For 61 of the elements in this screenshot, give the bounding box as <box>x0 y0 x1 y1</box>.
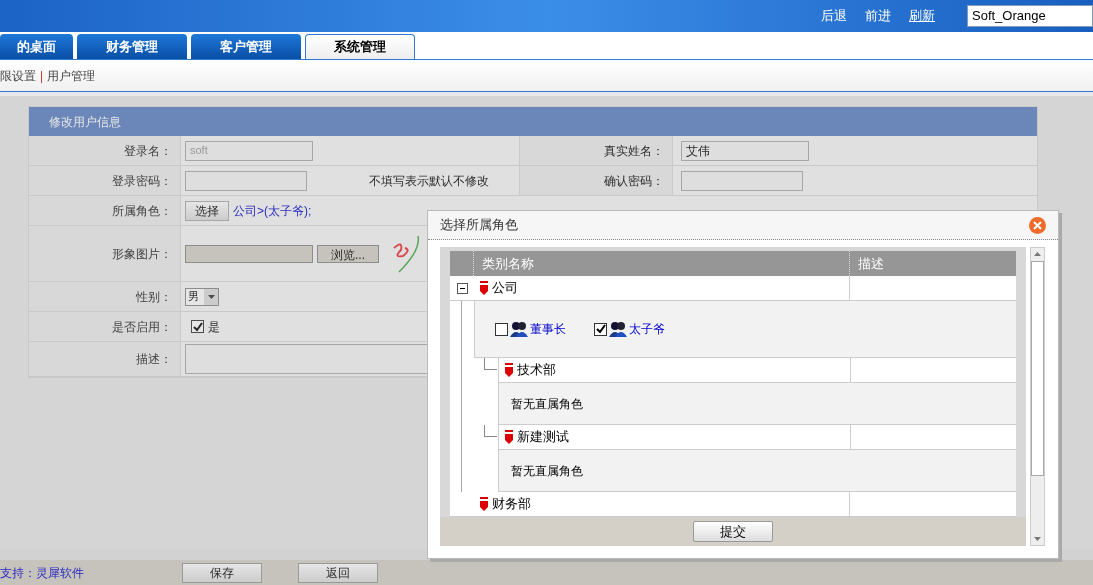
tree-node[interactable]: 新建测试 <box>517 427 569 447</box>
checkbox[interactable] <box>191 320 204 333</box>
tree-node[interactable]: 技术部 <box>517 360 556 380</box>
tree-node[interactable]: 公司 <box>492 278 518 298</box>
empty-note: 暂无直属角色 <box>511 462 583 480</box>
scrollbar[interactable] <box>1030 247 1045 546</box>
users-icon <box>609 321 627 337</box>
empty-note: 暂无直属角色 <box>511 395 583 413</box>
flag-icon <box>480 497 488 511</box>
nav-link[interactable]: 刷新 <box>909 6 935 26</box>
caret-icon <box>207 294 215 299</box>
role-value: 公司>(太子爷); <box>233 202 312 220</box>
footer-button[interactable]: 保存 <box>182 562 262 583</box>
field-label: 性别： <box>136 288 172 306</box>
tab[interactable]: 系统管理 <box>305 34 415 59</box>
field-label: 所属角色： <box>112 202 172 220</box>
subnav-link[interactable]: 用户管理 <box>47 66 96 85</box>
tab[interactable]: 客户管理 <box>191 34 301 59</box>
browse-button[interactable]: 浏览... <box>317 244 379 263</box>
column-header: 类别名称 <box>474 251 850 276</box>
nav-link[interactable]: 前进 <box>865 6 891 26</box>
field-label: 是否启用： <box>112 318 172 336</box>
form-title: 修改用户信息 <box>49 113 121 131</box>
select-button[interactable]: 选择 <box>185 200 229 221</box>
support-text: 支持：灵犀软件 <box>0 564 85 582</box>
role-link[interactable]: 太子爷 <box>629 320 665 338</box>
flag-icon <box>505 363 513 377</box>
file-field[interactable] <box>185 244 313 263</box>
input-field[interactable]: 艾伟 <box>681 140 809 161</box>
theme-select[interactable]: Soft_Orange <box>967 5 1093 27</box>
tree-node[interactable]: 财务部 <box>492 494 531 514</box>
field-label: 确认密码： <box>604 172 664 190</box>
separator: | <box>40 67 44 85</box>
flag-icon <box>480 281 488 295</box>
column-header: 描述 <box>857 254 885 273</box>
tab[interactable]: 财务管理 <box>77 34 187 59</box>
role-link[interactable]: 董事长 <box>530 320 566 338</box>
password-field[interactable] <box>185 170 307 191</box>
signature-icon <box>391 233 421 274</box>
checkbox[interactable] <box>594 322 607 336</box>
flag-icon <box>505 430 513 444</box>
field-label: 形象图片： <box>112 245 172 263</box>
hint-text: 不填写表示默认不修改 <box>369 172 489 190</box>
checkbox-label: 是 <box>208 318 220 336</box>
collapse-icon[interactable] <box>456 282 468 294</box>
field-label: 登录密码： <box>112 172 172 190</box>
checkbox[interactable] <box>495 322 508 336</box>
footer-button[interactable]: 返回 <box>298 562 378 583</box>
dialog-title: 选择所属角色 <box>440 216 518 235</box>
field-label: 真实姓名： <box>604 142 664 160</box>
field-label: 描述： <box>136 351 172 368</box>
field-label: 登录名： <box>124 142 172 160</box>
tab[interactable]: 的桌面 <box>0 34 73 59</box>
users-icon <box>510 321 528 337</box>
password-field[interactable] <box>681 170 803 191</box>
close-button[interactable] <box>1029 216 1046 234</box>
submit-button[interactable]: 提交 <box>693 521 773 542</box>
gender-select[interactable]: 男 <box>185 287 219 306</box>
nav-link[interactable]: 后退 <box>821 6 847 26</box>
close-icon <box>1033 220 1042 230</box>
subnav-link[interactable]: 限设置 <box>0 66 36 85</box>
